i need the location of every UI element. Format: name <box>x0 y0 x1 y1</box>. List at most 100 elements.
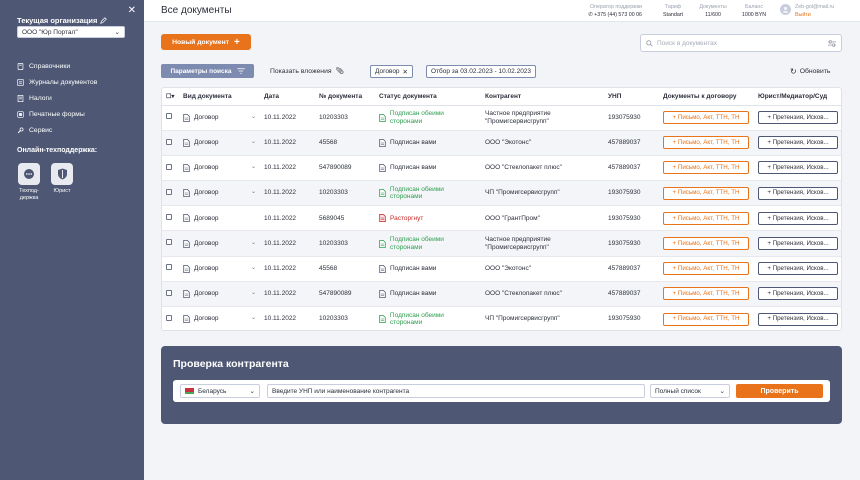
logout-link[interactable]: Выйти <box>795 11 834 19</box>
operator-phone[interactable]: ✆ +375 (44) 573 00 06 <box>576 11 642 19</box>
doc-status-label: Подписан вами <box>390 139 437 147</box>
org-select[interactable]: ООО "Юр Портал" ⌄ <box>17 26 125 38</box>
row-checkbox[interactable] <box>166 138 172 145</box>
avatar[interactable] <box>780 4 791 15</box>
phone-icon: ✆ <box>588 12 593 18</box>
table-row[interactable]: Договор ⌄ 10.11.2022 10203303 Подписан обеим… <box>162 180 841 207</box>
cell-date: 10.11.2022 <box>260 306 315 330</box>
show-attachments-toggle[interactable]: Показать вложения 📎︎ <box>270 67 344 76</box>
add-contract-docs-button[interactable]: + Письмо, Акт, ТТН, ТН <box>663 262 749 276</box>
table-row[interactable]: Договор ⌄ 10.11.2022 10203303 Подписан обеим… <box>162 105 841 131</box>
add-contract-docs-button[interactable]: + Письмо, Акт, ТТН, ТН <box>663 111 749 125</box>
search-input[interactable] <box>657 39 824 47</box>
row-checkbox[interactable] <box>166 239 172 246</box>
add-contract-docs-button[interactable]: + Письмо, Акт, ТТН, ТН <box>663 287 749 301</box>
row-checkbox-cell <box>162 205 179 232</box>
filter-chip-period[interactable]: Отбор за 03.02.2023 - 10.02.2023 <box>426 65 537 78</box>
row-checkbox-cell <box>162 281 179 308</box>
select-all[interactable]: ☐▾ <box>162 88 179 106</box>
book-icon <box>17 62 24 70</box>
add-claim-button[interactable]: + Претензия, Исков... <box>758 287 838 301</box>
add-claim-button[interactable]: + Претензия, Исков... <box>758 186 838 200</box>
row-checkbox[interactable] <box>166 113 172 120</box>
cell-status: Подписан обеими сторонами <box>375 306 481 330</box>
col-header-status[interactable]: Статус документа <box>375 88 481 106</box>
support-tech-button[interactable]: Техпод-держка <box>17 163 41 202</box>
table-row[interactable]: Договор ⌄ 10.11.2022 10203303 Подписан обеим… <box>162 230 841 257</box>
sidebar-item-label: Справочники <box>29 62 71 70</box>
col-header-type[interactable]: Вид документа <box>179 88 260 106</box>
cell-number: 10203303 <box>315 230 375 257</box>
add-claim-button[interactable]: + Претензия, Исков... <box>758 312 838 326</box>
table-row[interactable]: Договор ⌄ 10.11.2022 547890089 Подписан вами… <box>162 281 841 308</box>
table-row[interactable]: Договор ⌄ 10.11.2022 547890089 Подписан вами… <box>162 155 841 182</box>
add-claim-button[interactable]: + Претензия, Исков... <box>758 211 838 225</box>
sidebar-item-directories[interactable]: Справочники <box>17 58 97 74</box>
col-header-contractor[interactable]: Контрагент <box>481 88 604 106</box>
cell-date: 10.11.2022 <box>260 281 315 308</box>
expand-chevron-icon[interactable]: ⌄ <box>251 139 256 147</box>
row-checkbox[interactable] <box>166 214 172 221</box>
doc-type: Договор ⌄ <box>183 138 256 147</box>
filter-chip-type[interactable]: Договор ✕ <box>370 65 413 78</box>
expand-chevron-icon[interactable]: ⌄ <box>251 240 256 248</box>
col-header-unp[interactable]: УНП <box>604 88 659 106</box>
list-select[interactable]: Полный список ⌄ <box>650 384 730 398</box>
doc-status: Расторгнут <box>379 214 477 223</box>
close-icon[interactable]: ✕ <box>128 5 136 16</box>
filter-settings-icon[interactable] <box>828 39 836 47</box>
select-all-icon[interactable]: ☐▾ <box>166 94 174 100</box>
edit-icon[interactable] <box>100 17 108 24</box>
refresh-button[interactable]: ↻ Обновить <box>790 67 830 76</box>
add-claim-button[interactable]: + Претензия, Исков... <box>758 136 838 150</box>
sidebar-item-taxes[interactable]: Налоги <box>17 90 97 106</box>
expand-chevron-icon[interactable]: ⌄ <box>251 189 256 197</box>
add-contract-docs-button[interactable]: + Письмо, Акт, ТТН, ТН <box>663 161 749 175</box>
doc-type-label: Договор <box>194 264 219 272</box>
row-checkbox[interactable] <box>166 163 172 170</box>
cell-lawyer: + Претензия, Исков... <box>754 205 841 232</box>
expand-chevron-icon[interactable]: ⌄ <box>251 265 256 273</box>
col-header-contract-docs[interactable]: Документы к договору <box>659 88 754 106</box>
row-checkbox[interactable] <box>166 289 172 296</box>
table-row[interactable]: Договор ⌄ 10.11.2022 10203303 Подписан обеим… <box>162 306 841 330</box>
add-contract-docs-button[interactable]: + Письмо, Акт, ТТН, ТН <box>663 136 749 150</box>
table-row[interactable]: Договор 10.11.2022 5689045 Расторгнут ООО "Г… <box>162 205 841 232</box>
cell-type: Договор ⌄ <box>179 306 260 330</box>
signed-both-icon <box>379 113 386 122</box>
sidebar-item-journals[interactable]: Журналы документов <box>17 74 97 90</box>
counterparty-input[interactable] <box>267 384 645 398</box>
add-contract-docs-button[interactable]: + Письмо, Акт, ТТН, ТН <box>663 211 749 225</box>
new-document-button[interactable]: Новый документ + <box>161 34 251 50</box>
expand-chevron-icon[interactable]: ⌄ <box>251 315 256 323</box>
expand-chevron-icon[interactable]: ⌄ <box>251 164 256 172</box>
col-header-number[interactable]: № документа <box>315 88 375 106</box>
add-claim-button[interactable]: + Претензия, Исков... <box>758 111 838 125</box>
sidebar-item-service[interactable]: Сервис <box>17 122 97 138</box>
expand-chevron-icon[interactable]: ⌄ <box>251 290 256 298</box>
doc-type: Договор ⌄ <box>183 315 256 324</box>
row-checkbox[interactable] <box>166 188 172 195</box>
add-claim-button[interactable]: + Претензия, Исков... <box>758 237 838 251</box>
add-claim-button[interactable]: + Претензия, Исков... <box>758 262 838 276</box>
support-lawyer-button[interactable]: Юрист <box>50 163 74 202</box>
col-header-lawyer[interactable]: Юрист/Медиатор/Суд <box>754 88 841 106</box>
search-params-button[interactable]: Параметры поиска <box>161 64 254 78</box>
row-checkbox[interactable] <box>166 314 172 321</box>
cell-contractor: ЧП "Промигсервисгрупп" <box>481 306 604 330</box>
add-contract-docs-button[interactable]: + Письмо, Акт, ТТН, ТН <box>663 237 749 251</box>
cell-unp: 193075930 <box>604 180 659 207</box>
expand-chevron-icon[interactable]: ⌄ <box>251 114 256 122</box>
country-select[interactable]: Беларусь ⌄ <box>180 384 260 398</box>
cell-number: 10203303 <box>315 105 375 131</box>
row-checkbox[interactable] <box>166 264 172 271</box>
sidebar-item-print-forms[interactable]: Печатные формы <box>17 106 97 122</box>
add-contract-docs-button[interactable]: + Письмо, Акт, ТТН, ТН <box>663 312 749 326</box>
add-contract-docs-button[interactable]: + Письмо, Акт, ТТН, ТН <box>663 186 749 200</box>
col-header-date[interactable]: Дата <box>260 88 315 106</box>
table-row[interactable]: Договор ⌄ 10.11.2022 45568 Подписан вами ООО … <box>162 256 841 282</box>
close-icon[interactable]: ✕ <box>403 68 408 76</box>
table-row[interactable]: Договор ⌄ 10.11.2022 45568 Подписан вами ООО … <box>162 130 841 156</box>
check-button[interactable]: Проверить <box>736 384 823 398</box>
add-claim-button[interactable]: + Претензия, Исков... <box>758 161 838 175</box>
